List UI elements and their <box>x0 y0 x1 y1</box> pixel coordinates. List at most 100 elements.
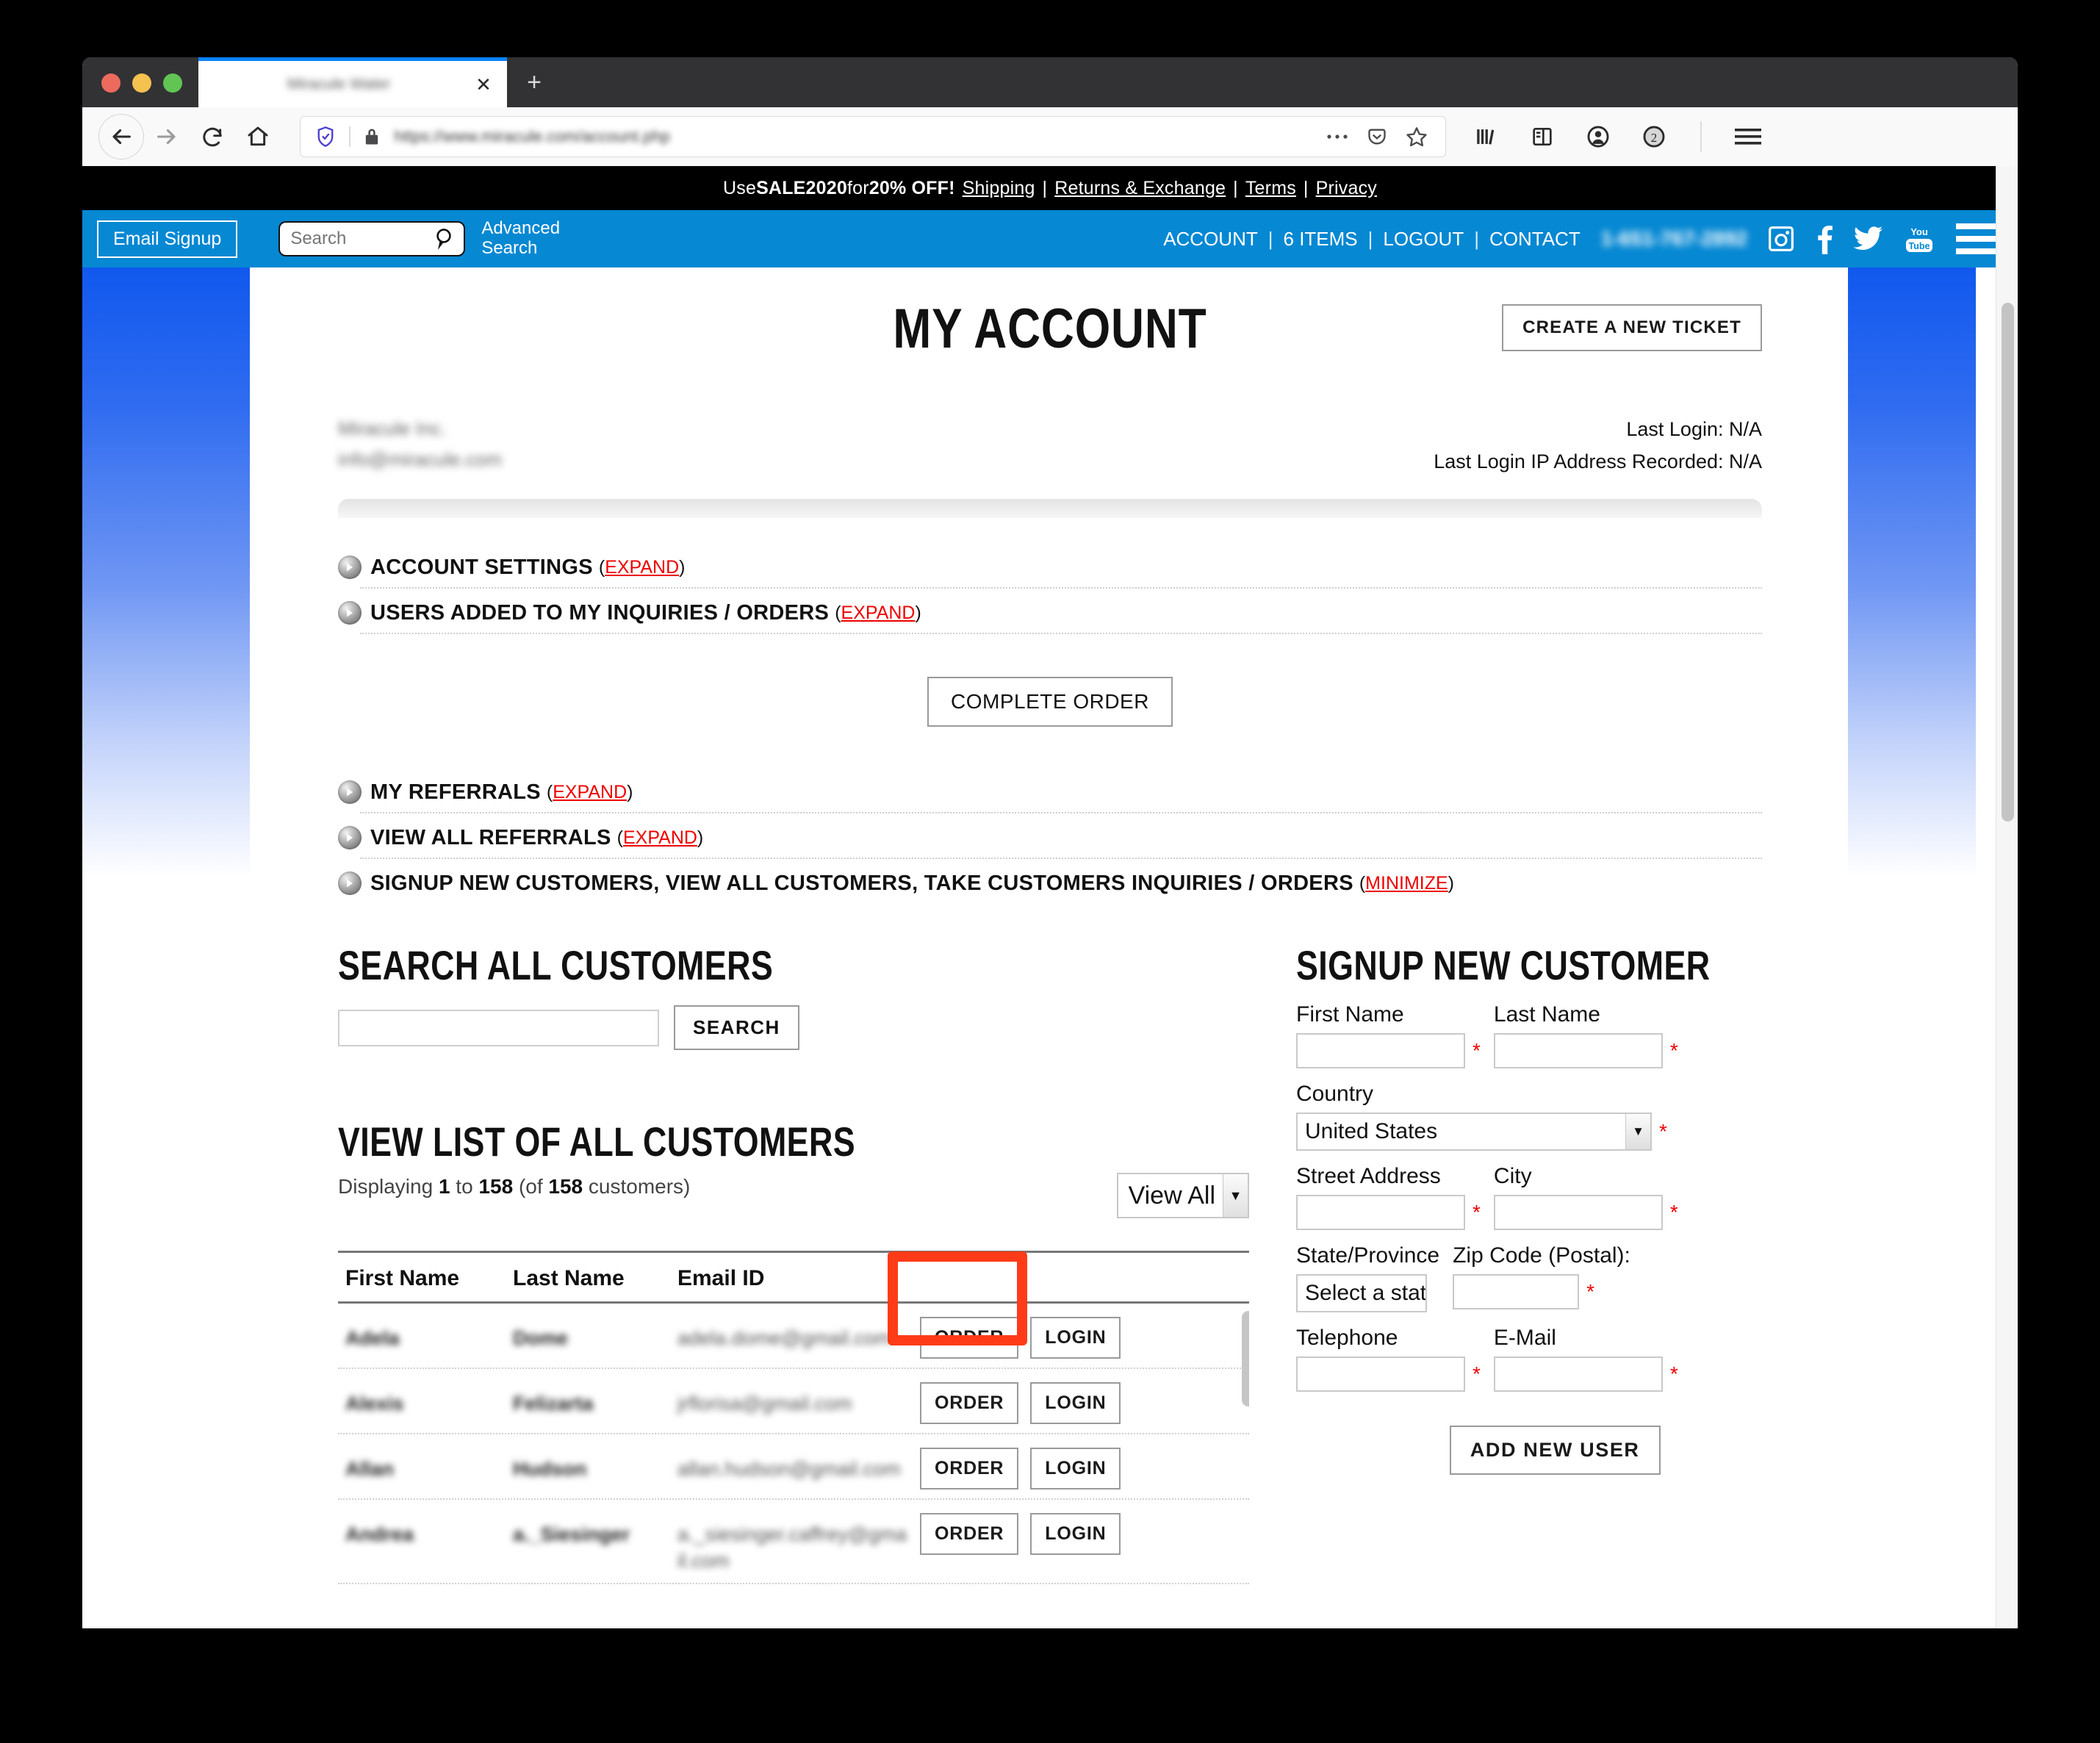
section-signup-customers[interactable]: SIGNUP NEW CUSTOMERS, VIEW ALL CUSTOMERS… <box>338 866 1762 900</box>
url-text[interactable]: https://www.miracule.com/account.php <box>395 127 1326 146</box>
ellipsis-icon[interactable] <box>1325 124 1350 149</box>
lock-icon[interactable] <box>361 126 383 147</box>
order-button[interactable]: ORDER <box>920 1513 1019 1555</box>
order-button[interactable]: ORDER <box>920 1448 1019 1489</box>
section-toggle-link[interactable]: EXPAND <box>553 782 627 802</box>
cell-email: adela.dome@gmail.com <box>677 1327 892 1349</box>
forward-arrow-icon[interactable] <box>144 114 190 159</box>
page-scrollbar[interactable] <box>1996 166 2018 1628</box>
nav-link-contact[interactable]: CONTACT <box>1489 228 1581 251</box>
reload-icon[interactable] <box>190 114 235 159</box>
displaying-suffix: customers) <box>583 1175 691 1198</box>
displaying-prefix: Displaying <box>338 1175 439 1198</box>
cell-first-name: Adela <box>345 1327 400 1349</box>
library-icon[interactable] <box>1471 121 1502 152</box>
twitter-icon[interactable] <box>1853 225 1884 253</box>
section-toggle: (MINIMIZE) <box>1359 872 1454 894</box>
first-name-input[interactable] <box>1296 1033 1465 1068</box>
section-label: USERS ADDED TO MY INQUIRIES / ORDERS <box>370 600 830 625</box>
required-marker: * <box>1669 1362 1678 1385</box>
sidebar-icon[interactable] <box>1527 121 1558 152</box>
section-view-all-referrals[interactable]: VIEW ALL REFERRALS (EXPAND) <box>338 821 1762 855</box>
maximize-window-button[interactable] <box>163 73 182 93</box>
nav-link-items[interactable]: 6 ITEMS <box>1284 228 1358 251</box>
label-last-name: Last Name <box>1493 1002 1600 1027</box>
street-address-input[interactable] <box>1296 1195 1465 1230</box>
shield-icon[interactable] <box>312 126 339 148</box>
browser-tab-active[interactable]: Miracule Water ✕ <box>198 57 507 107</box>
last-name-input[interactable] <box>1493 1033 1663 1068</box>
promo-link-returns[interactable]: Returns & Exchange <box>1054 178 1226 199</box>
page-scrollbar-thumb[interactable] <box>2002 303 2014 822</box>
customer-search-button[interactable]: SEARCH <box>674 1005 799 1050</box>
site-search-box[interactable] <box>278 221 466 257</box>
section-my-referrals[interactable]: MY REFERRALS (EXPAND) <box>338 775 1762 809</box>
star-icon[interactable] <box>1404 124 1429 149</box>
displaying-to: 158 <box>478 1175 514 1198</box>
displaying-count-text: Displaying 1 to 158 (of 158 customers) <box>338 1173 690 1201</box>
hamburger-menu-icon[interactable] <box>1733 121 1763 152</box>
account-icon[interactable] <box>1583 121 1614 152</box>
customer-search-input[interactable] <box>338 1009 659 1046</box>
add-new-user-button[interactable]: ADD NEW USER <box>1449 1426 1661 1475</box>
zip-code-input[interactable] <box>1453 1274 1580 1309</box>
promo-link-terms[interactable]: Terms <box>1245 178 1296 199</box>
pocket-icon[interactable] <box>1364 124 1389 149</box>
cell-last-name: Dome <box>513 1327 569 1349</box>
search-icon[interactable] <box>431 226 456 257</box>
section-toggle-link[interactable]: EXPAND <box>623 827 697 848</box>
login-button[interactable]: LOGIN <box>1030 1317 1121 1359</box>
complete-order-button[interactable]: COMPLETE ORDER <box>927 677 1173 727</box>
tab-title: Miracule Water <box>287 75 391 93</box>
section-account-settings[interactable]: ACCOUNT SETTINGS (EXPAND) <box>338 550 1762 584</box>
order-button-highlighted[interactable]: ORDER <box>920 1382 1019 1424</box>
login-button[interactable]: LOGIN <box>1030 1382 1121 1424</box>
facebook-icon[interactable] <box>1815 223 1834 254</box>
view-all-dropdown[interactable]: View All ▼ <box>1116 1173 1249 1218</box>
city-input[interactable] <box>1493 1195 1663 1230</box>
new-tab-icon[interactable]: + <box>507 57 561 107</box>
nav-link-account[interactable]: ACCOUNT <box>1163 228 1258 251</box>
section-users-added[interactable]: USERS ADDED TO MY INQUIRIES / ORDERS (EX… <box>338 596 1762 630</box>
social-icons: You Tube <box>1766 223 1956 254</box>
chevron-down-icon[interactable]: ▼ <box>1625 1114 1650 1149</box>
section-toggle-link[interactable]: MINIMIZE <box>1365 873 1448 894</box>
promo-link-privacy[interactable]: Privacy <box>1316 178 1377 199</box>
chevron-right-icon <box>338 826 362 849</box>
close-window-button[interactable] <box>101 73 121 93</box>
login-button[interactable]: LOGIN <box>1030 1513 1121 1555</box>
telephone-input[interactable] <box>1296 1356 1465 1392</box>
create-new-ticket-button[interactable]: CREATE A NEW TICKET <box>1502 304 1762 351</box>
scrollbar-thumb[interactable] <box>1242 1311 1249 1406</box>
extension-icon[interactable]: 2 <box>1639 121 1669 152</box>
section-toggle-link[interactable]: EXPAND <box>841 603 916 623</box>
displaying-to-word: to <box>450 1175 479 1198</box>
tab-strip: Miracule Water ✕ + <box>82 57 2018 107</box>
chevron-right-icon <box>338 780 362 804</box>
home-icon[interactable] <box>235 114 281 159</box>
minimize-window-button[interactable] <box>132 73 151 93</box>
site-search-input[interactable] <box>280 229 420 249</box>
email-signup-button[interactable]: Email Signup <box>97 220 238 258</box>
close-tab-icon[interactable]: ✕ <box>469 70 498 99</box>
promo-link-shipping[interactable]: Shipping <box>963 178 1035 199</box>
chevron-down-icon[interactable]: ▼ <box>1223 1174 1248 1217</box>
country-select[interactable]: United States ▼ <box>1296 1113 1652 1151</box>
nav-phone-number[interactable]: 1-651-767-2892 <box>1601 227 1747 251</box>
instagram-icon[interactable] <box>1766 224 1796 254</box>
label-zip-code: Zip Code (Postal): <box>1453 1243 1630 1268</box>
nav-link-logout[interactable]: LOGOUT <box>1383 228 1464 251</box>
url-bar[interactable]: https://www.miracule.com/account.php <box>300 116 1446 157</box>
section-toggle-link[interactable]: EXPAND <box>605 557 679 578</box>
email-input[interactable] <box>1493 1356 1663 1392</box>
login-button[interactable]: LOGIN <box>1030 1448 1121 1489</box>
youtube-icon[interactable]: You Tube <box>1903 223 1935 254</box>
advanced-search-link[interactable]: Advanced Search <box>481 218 591 259</box>
back-arrow-icon[interactable] <box>98 114 144 159</box>
required-marker: * <box>1669 1201 1678 1223</box>
nav-sep-2: | <box>1367 227 1373 250</box>
form-row-country: Country United States ▼ * <box>1296 1082 1813 1151</box>
order-button[interactable]: ORDER <box>920 1317 1019 1359</box>
customer-table-scrollbar[interactable] <box>1242 1311 1249 1575</box>
state-select[interactable]: Select a state ▼ <box>1296 1274 1427 1312</box>
